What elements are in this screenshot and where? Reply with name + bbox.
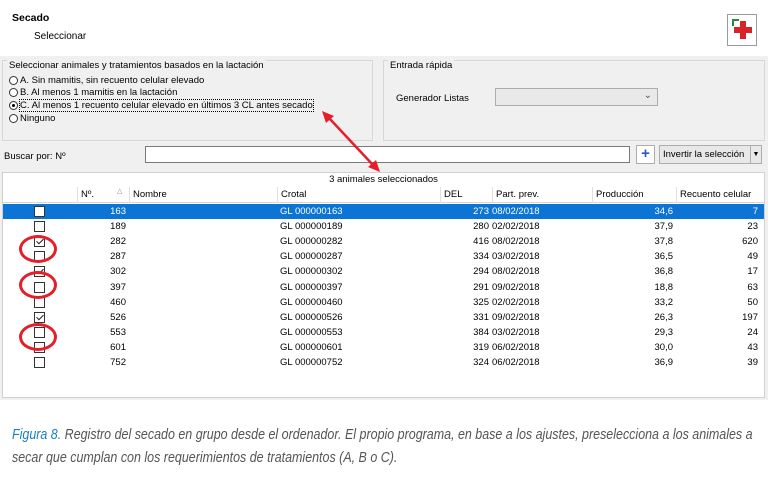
arrow-line [328,117,374,166]
drying-window: Secado Seleccionar Seleccionar animales … [0,0,768,400]
figure-caption-text: Registro del secado en grupo desde el or… [12,427,753,466]
figure-label: Figura 8. [12,427,62,443]
figure-caption: Figura 8. Registro del secado en grupo d… [12,424,760,470]
annotation-arrow [322,111,380,172]
